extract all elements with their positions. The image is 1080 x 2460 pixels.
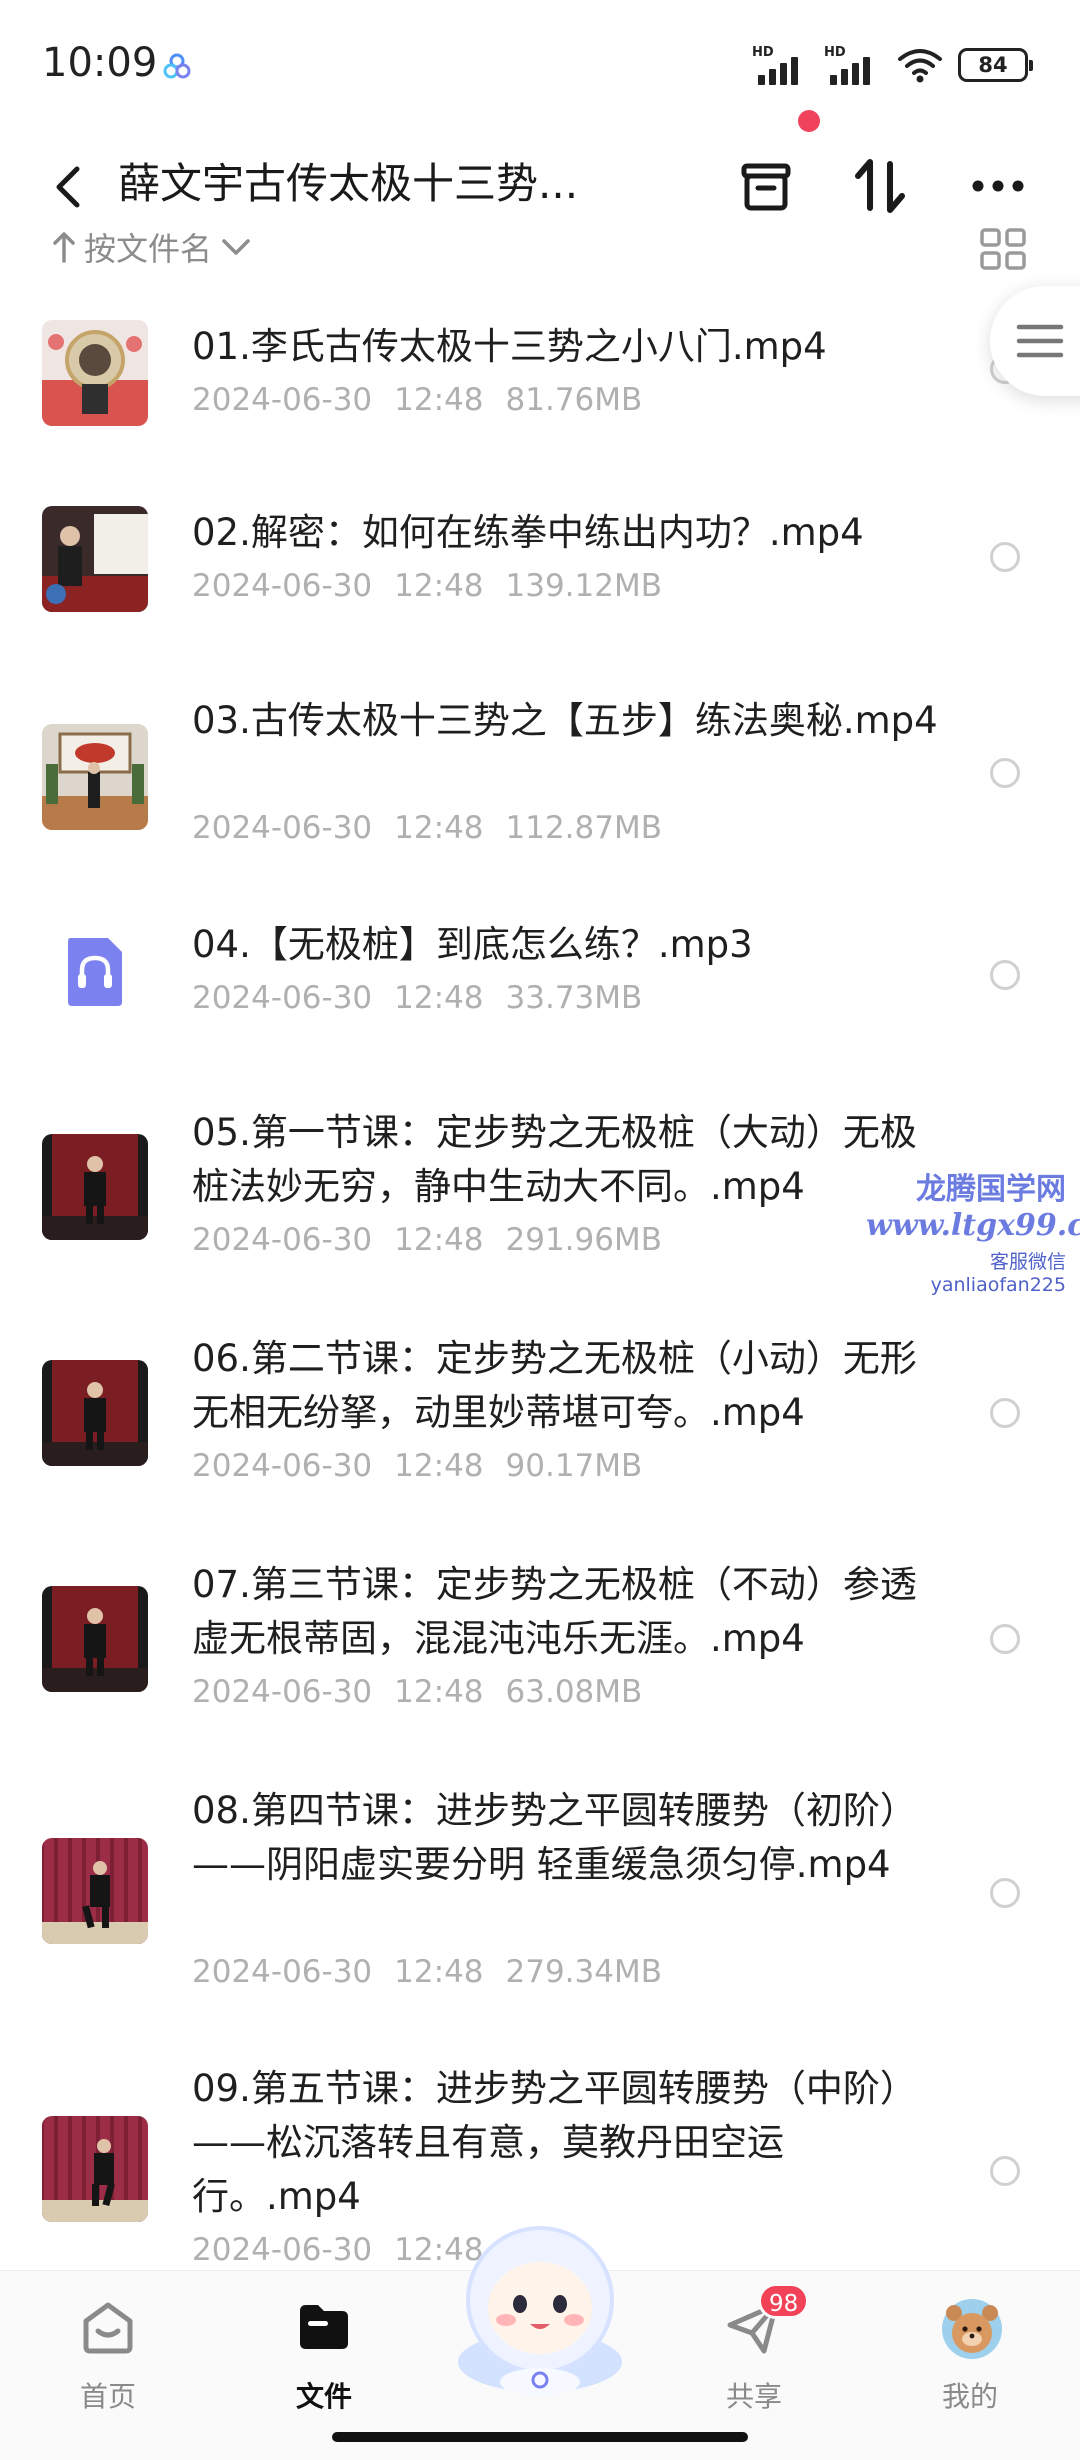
video-thumbnail-lecture xyxy=(42,506,148,612)
file-thumbnail xyxy=(42,1134,148,1240)
status-bar: 10:09 HD HD 84 xyxy=(0,0,1080,130)
sort-label: 按文件名 xyxy=(84,230,213,268)
avatar-icon xyxy=(942,2299,1002,2359)
file-thumbnail xyxy=(42,1586,148,1692)
select-radio[interactable] xyxy=(990,2156,1020,2186)
file-name: 06.第二节课：定步势之无极桩（小动）无形无相无纷拏，动里妙蒂堪可夸。.mp4 xyxy=(192,1337,917,1434)
file-name: 04.【无极桩】到底怎么练？.mp3 xyxy=(192,923,753,966)
file-name: 03.古传太极十三势之【五步】练法奥秘.mp4 xyxy=(192,699,938,742)
file-meta: 2024-06-30 12:48 63.08MB xyxy=(192,1674,643,1710)
watermark: 龙腾国学网 www.ltgx99.com 客服微信 yanliaofan225 xyxy=(866,1164,1080,1296)
nav-item-home[interactable]: 首页 xyxy=(38,2297,178,2417)
app-notification-icon xyxy=(163,53,191,79)
wifi-icon xyxy=(898,49,942,83)
home-indicator[interactable] xyxy=(332,2432,748,2442)
back-button[interactable] xyxy=(40,152,96,222)
select-radio[interactable] xyxy=(990,1624,1020,1654)
nav-label: 我的 xyxy=(941,2380,998,2413)
video-thumbnail-hall xyxy=(42,724,148,830)
chevron-down-icon xyxy=(222,239,250,255)
file-thumbnail xyxy=(42,506,148,612)
file-thumbnail xyxy=(42,1838,148,1944)
ai-assistant-mascot[interactable] xyxy=(440,2212,640,2402)
file-name: 08.第四节课：进步势之平圆转腰势（初阶）——阴阳虚实要分明 轻重缓急须匀停.m… xyxy=(192,1789,917,1886)
signal-icon-sim2: HD xyxy=(824,45,882,85)
archive-icon xyxy=(741,163,791,211)
more-button[interactable] xyxy=(960,148,1036,224)
file-meta: 2024-06-30 12:48 279.34MB xyxy=(192,1954,662,1990)
sort-ascending-icon xyxy=(53,232,75,263)
select-radio[interactable] xyxy=(990,1398,1020,1428)
archive-button[interactable] xyxy=(728,148,804,224)
video-thumbnail-curtain xyxy=(42,2116,148,2222)
file-name: 02.解密：如何在练拳中练出内功？.mp4 xyxy=(192,511,864,554)
file-thumbnail xyxy=(42,2116,148,2222)
file-meta: 2024-06-30 12:48 81.76MB xyxy=(192,382,643,418)
select-radio[interactable] xyxy=(990,758,1020,788)
share-badge: 98 xyxy=(758,2283,810,2319)
audio-file-icon xyxy=(68,938,122,1006)
notification-dot xyxy=(798,110,820,132)
file-thumbnail xyxy=(42,320,148,426)
folder-icon xyxy=(300,2305,348,2349)
watermark-brand: 龙腾国学网 xyxy=(916,1172,1066,1207)
file-name: 01.李氏古传太极十三势之小八门.mp4 xyxy=(192,325,827,368)
battery-indicator: 84 xyxy=(958,48,1033,82)
nav-item-share[interactable]: 98 共享 xyxy=(684,2283,824,2417)
file-thumbnail xyxy=(42,724,148,830)
file-meta: 2024-06-30 12:48 33.73MB xyxy=(192,980,643,1016)
file-thumbnail xyxy=(42,918,148,1024)
file-name: 09.第五节课：进步势之平圆转腰势（中阶）——松沉落转且有意，莫教丹田空运行。.… xyxy=(192,2067,917,2218)
nav-label: 共享 xyxy=(725,2380,782,2413)
video-thumbnail-stage xyxy=(42,320,148,426)
sort-icon xyxy=(855,159,905,213)
file-browser-screen: 10:09 HD HD 84 薛文宇古传太极十三势... 按文件名 01.李氏古… xyxy=(0,0,1080,2460)
page-title: 薛文宇古传太极十三势... xyxy=(118,159,579,208)
nav-item-profile[interactable]: 我的 xyxy=(900,2297,1040,2417)
video-thumbnail-red xyxy=(42,1360,148,1466)
file-meta: 2024-06-30 12:48 139.12MB xyxy=(192,568,662,604)
home-icon xyxy=(83,2302,133,2354)
more-icon xyxy=(972,180,1024,192)
nav-item-files[interactable]: 文件 xyxy=(254,2297,394,2417)
file-meta: 2024-06-30 12:48 291.96MB xyxy=(192,1222,662,1258)
file-meta: 2024-06-30 12:48 90.17MB xyxy=(192,1448,643,1484)
video-thumbnail-curtain xyxy=(42,1838,148,1944)
signal-icon-sim1: HD xyxy=(752,45,810,85)
file-meta: 2024-06-30 12:48 112.87MB xyxy=(192,810,662,846)
status-time: 10:09 xyxy=(42,40,158,86)
sort-button[interactable] xyxy=(842,148,918,224)
file-name: 05.第一节课：定步势之无极桩（大动）无极桩法妙无穷，静中生动大不同。.mp4 xyxy=(192,1111,917,1208)
menu-icon xyxy=(1016,324,1064,358)
sort-selector[interactable]: 按文件名 xyxy=(52,222,252,272)
nav-label: 文件 xyxy=(295,2380,352,2413)
back-icon xyxy=(56,166,80,208)
select-radio[interactable] xyxy=(990,542,1020,572)
watermark-contact: 客服微信 yanliaofan225 xyxy=(930,1251,1066,1296)
video-thumbnail-red xyxy=(42,1134,148,1240)
file-name: 07.第三节课：定步势之无极桩（不动）参透虚无根蒂固，混混沌沌乐无涯。.mp4 xyxy=(192,1563,917,1660)
nav-label: 首页 xyxy=(79,2380,136,2413)
status-indicators: HD HD 84 xyxy=(752,40,1033,90)
file-thumbnail xyxy=(42,1360,148,1466)
watermark-url: www.ltgx99.com xyxy=(866,1208,1080,1243)
grid-view-icon[interactable] xyxy=(978,226,1028,272)
select-radio[interactable] xyxy=(990,960,1020,990)
video-thumbnail-red xyxy=(42,1586,148,1692)
select-radio[interactable] xyxy=(990,1878,1020,1908)
